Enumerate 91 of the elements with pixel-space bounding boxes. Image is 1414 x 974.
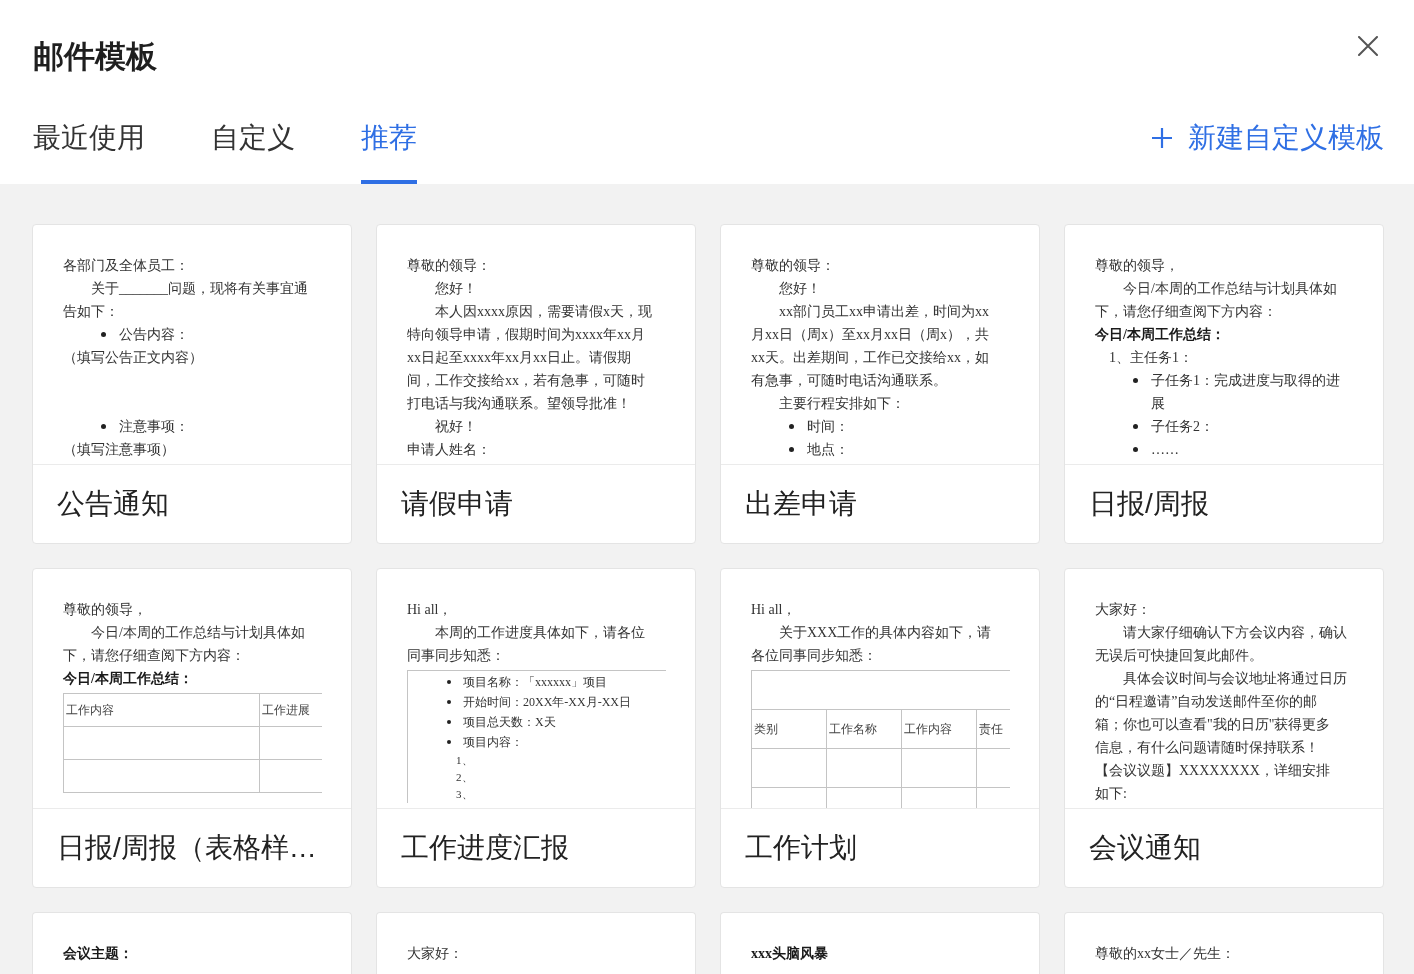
preview-text: 申请人姓名： <box>407 441 492 459</box>
preview-text: （填写注意事项） <box>63 441 176 459</box>
tab[interactable]: 推荐 <box>361 106 417 184</box>
preview-text: 子任务1：完成进度与取得的进 展 <box>1151 372 1340 413</box>
template-card[interactable]: 尊敬的xx女士／先生： <box>1064 912 1384 974</box>
template-card[interactable]: xxx头脑风暴 <box>720 912 1040 974</box>
table-header-cell: 工作名称 <box>826 709 902 749</box>
preview-text: 项目总天数：X天 <box>463 714 556 731</box>
preview-text: xx部门员工xx申请出差，时间为xx 月xx日（周x）至xx月xx日（周x），共 xx天。出差期间，工作已交接给xx，如 有急事，可随时电话沟通联系。 <box>751 303 990 390</box>
preview-text: 尊敬的领导， <box>1095 257 1180 275</box>
template-card[interactable]: 尊敬的领导： 您好！ 本人因xxxx原因，需要请假x天，现 特向领导申请，假期时间为xxxx年xx月 xx日起至xxxx年xx月xx日止。请假期 间，工作交接给xx，若有急事，可随时 打电话与我沟通联系。望领导批准！ 祝好！ 申请人姓名： 请假申请 <box>376 224 696 544</box>
template-title: 会议通知 <box>1089 831 1201 865</box>
preview-text: xxx头脑风暴 <box>751 945 829 963</box>
bullet-icon <box>1133 447 1138 452</box>
tab[interactable]: 自定义 <box>211 106 295 184</box>
table-header-cell: 工作内容 <box>63 693 260 727</box>
preview-text: 请大家仔细确认下方会议内容，确认 无误后可快捷回复此邮件。 <box>1095 624 1348 665</box>
preview-text: 项目内容： <box>463 734 523 751</box>
close-icon <box>1358 36 1378 56</box>
preview-text: …… <box>1151 441 1179 459</box>
new-template-button[interactable]: 新建自定义模板 <box>1152 106 1384 184</box>
bullet-icon <box>101 424 106 429</box>
bullet-icon <box>1133 378 1138 383</box>
template-card[interactable]: 尊敬的领导， 今日/本周的工作总结与计划具体如 下，请您仔细查阅下方内容： 今日/本周工作总结： 工作内容 工作进展 日报/周报（表格样… <box>32 568 352 888</box>
template-title: 工作计划 <box>745 831 857 865</box>
preview-text: 开始时间：20XX年-XX月-XX日 <box>463 694 631 711</box>
preview-text: 今日/本周工作总结： <box>63 670 194 688</box>
preview-text: 今日/本周的工作总结与计划具体如 下，请您仔细查阅下方内容： <box>63 624 306 665</box>
bullet-icon <box>447 720 451 724</box>
table-header-cell: 工作内容 <box>901 709 977 749</box>
preview-text: 1、 <box>455 753 474 768</box>
table-header-cell: 类别 <box>751 709 827 749</box>
preview-text: 关于XXX工作的具体内容如下，请 各位同事同步知悉： <box>751 624 993 665</box>
template-title: 请假申请 <box>401 487 513 521</box>
bullet-icon <box>447 680 451 684</box>
preview-text: Hi all， <box>407 601 454 619</box>
preview-text: 时间： <box>807 418 849 436</box>
preview-text: 您好！ <box>778 280 822 298</box>
preview-text: 关于_______问题，现将有关事宜通 告如下： <box>63 280 309 321</box>
preview-text: 您好！ <box>434 280 478 298</box>
template-title: 工作进度汇报 <box>401 831 569 865</box>
preview-text: 会议主题： <box>63 945 134 963</box>
template-card[interactable]: 会议主题： <box>32 912 352 974</box>
preview-text: 尊敬的领导， <box>63 601 148 619</box>
template-title: 公告通知 <box>57 487 169 521</box>
preview-text: 本周的工作进度具体如下，请各位 同事同步知悉： <box>407 624 646 665</box>
table-header-cell: 责任 <box>976 709 1010 749</box>
preview-text: 大家好： <box>407 945 464 963</box>
preview-text: 本人因xxxx原因，需要请假x天，现 特向领导申请，假期时间为xxxx年xx月 xx日起至xxxx年xx月xx日止。请假期 间，工作交接给xx，若有急事，可随时 打电话与我沟通联系。望领导批准！ <box>407 303 653 413</box>
preview-text: 子任务2： <box>1151 418 1214 436</box>
template-card[interactable]: Hi all， 本周的工作进度具体如下，请各位 同事同步知悉： 项目名称：「xxxxxx」项目 开始时间：20XX年-XX月-XX日 项目总天数：X天 项目内容： 1、 2、 3、 工作进度汇报 <box>376 568 696 888</box>
preview-text: 2、 <box>455 770 474 785</box>
bullet-icon <box>101 332 106 337</box>
preview-text: 地点： <box>807 441 849 459</box>
preview-text: 注意事项： <box>119 418 189 436</box>
preview-text: 尊敬的xx女士／先生： <box>1095 945 1236 963</box>
table-header-cell: 工作进展 <box>259 693 322 727</box>
preview-text: 今日/本周工作总结： <box>1095 326 1226 344</box>
bullet-icon <box>447 740 451 744</box>
bullet-icon <box>789 424 794 429</box>
preview-text: 公告内容： <box>119 326 189 344</box>
preview-text: 具体会议时间与会议地址将通过日历 的“日程邀请”自动发送邮件至你的邮 箱；你也可以查看"我的日历"获得更多 信息，有什么问题请随时保持联系！ <box>1095 670 1348 757</box>
template-title: 出差申请 <box>745 487 857 521</box>
template-card[interactable]: 尊敬的领导， 今日/本周的工作总结与计划具体如 下，请您仔细查阅下方内容： 今日/本周工作总结： 1、主任务1： 子任务1：完成进度与取得的进 展 子任务2： …… 日报/周报 <box>1064 224 1384 544</box>
preview-text: 1、主任务1： <box>1108 349 1194 367</box>
bullet-icon <box>1133 424 1138 429</box>
template-card[interactable]: 尊敬的领导： 您好！ xx部门员工xx申请出差，时间为xx 月xx日（周x）至xx月xx日（周x），共 xx天。出差期间，工作已交接给xx，如 有急事，可随时电话沟通联系。 主要行程安排如下： 时间： 地点： 出差申请 <box>720 224 1040 544</box>
preview-text: 大家好： <box>1095 601 1152 619</box>
preview-text: 主要行程安排如下： <box>778 395 906 413</box>
preview-text: 【会议议题】XXXXXXXX，详细安排 如下: <box>1095 762 1331 803</box>
preview-text: Hi all， <box>751 601 798 619</box>
template-card[interactable]: 大家好： <box>376 912 696 974</box>
template-card[interactable]: 各部门及全体员工： 关于_______问题，现将有关事宜通 告如下： 公告内容： （填写公告正文内容） 注意事项： （填写注意事项） 公告通知 <box>32 224 352 544</box>
template-card[interactable]: 大家好： 请大家仔细确认下方会议内容，确认 无误后可快捷回复此邮件。 具体会议时间与会议地址将通过日历 的“日程邀请”自动发送邮件至你的邮 箱；你也可以查看"我的日历"获得更多 信息，有什么问题请随时保持联系！ 【会议议题】XXXXXXXX，详细安排 如下: 会议通知 <box>1064 568 1384 888</box>
dialog-title: 邮件模板 <box>33 38 157 76</box>
preview-text: 3、 <box>455 787 474 802</box>
close-button[interactable] <box>1358 36 1378 56</box>
preview-text: 今日/本周的工作总结与计划具体如 下，请您仔细查阅下方内容： <box>1095 280 1338 321</box>
plus-icon <box>1152 128 1172 148</box>
template-card[interactable]: Hi all， 关于XXX工作的具体内容如下，请 各位同事同步知悉： 类别 工作名称 工作内容 责任 工作计划 <box>720 568 1040 888</box>
tab[interactable]: 最近使用 <box>33 106 145 184</box>
preview-text: 尊敬的领导： <box>751 257 836 275</box>
bullet-icon <box>789 447 794 452</box>
template-title: 日报/周报 <box>1089 487 1209 521</box>
template-title: 日报/周报（表格样… <box>57 831 317 865</box>
preview-text: 项目名称：「xxxxxx」项目 <box>463 674 607 691</box>
preview-text: 尊敬的领导： <box>407 257 492 275</box>
bullet-icon <box>447 700 451 704</box>
preview-text: 各部门及全体员工： <box>63 257 190 275</box>
preview-text: （填写公告正文内容） <box>63 349 204 367</box>
preview-text: 祝好！ <box>434 418 478 436</box>
